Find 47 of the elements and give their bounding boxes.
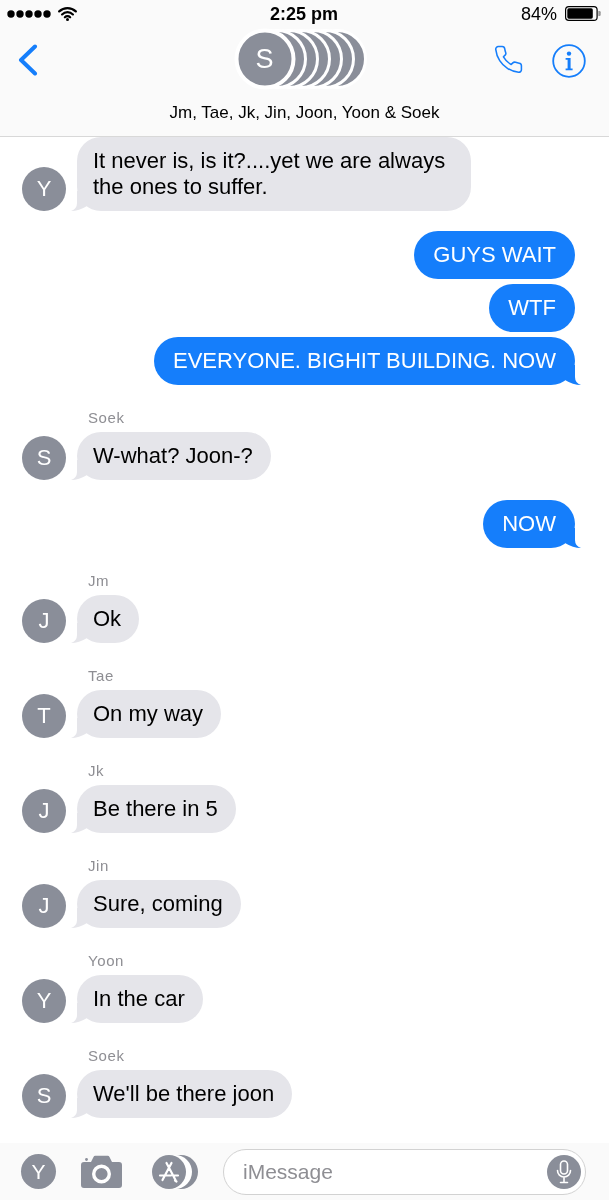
app-store-button[interactable] bbox=[151, 1153, 199, 1190]
message-bubble: EVERYONE. BIGHIT BUILDING. NOW bbox=[153, 337, 581, 385]
sender-avatar: T bbox=[22, 694, 66, 738]
message-bubble: W-what? Joon-? bbox=[71, 432, 271, 480]
message-bubble: NOW bbox=[483, 500, 581, 548]
status-time: 2:25 pm bbox=[270, 2, 338, 25]
camera-button[interactable] bbox=[81, 1155, 122, 1188]
sender-name: Yoon bbox=[88, 951, 125, 970]
message-bubble: On my way bbox=[71, 690, 222, 738]
message-bubble: We'll be there joon bbox=[71, 1070, 293, 1118]
microphone-icon bbox=[556, 1159, 572, 1184]
signal-strength-icon bbox=[7, 9, 51, 18]
sender-avatar: Y bbox=[22, 167, 66, 211]
message-bubble: In the car bbox=[71, 975, 203, 1023]
sender-avatar: J bbox=[22, 599, 66, 643]
camera-icon bbox=[81, 1155, 122, 1188]
avatar-initial: S bbox=[254, 43, 275, 76]
info-icon bbox=[552, 44, 586, 78]
sender-name: Soek bbox=[88, 408, 125, 427]
sender-name: Soek bbox=[88, 1046, 125, 1065]
back-button[interactable] bbox=[18, 44, 38, 76]
info-button[interactable] bbox=[552, 44, 586, 78]
message-bubble: WTF bbox=[489, 284, 575, 332]
sender-name: Jk bbox=[88, 761, 105, 780]
sender-name: Jin bbox=[88, 856, 109, 875]
message-bubble: Ok bbox=[71, 595, 140, 643]
message-bubble: It never is, is it?....yet we are always the ones to suffer. bbox=[71, 137, 471, 211]
sender-avatar: J bbox=[22, 884, 66, 928]
participants-names: Jm, Tae, Jk, Jin, Joon, Yoon & Soek bbox=[169, 102, 440, 123]
message-bubble: Be there in 5 bbox=[71, 785, 236, 833]
sender-name: Tae bbox=[88, 666, 114, 685]
phone-icon bbox=[493, 44, 524, 75]
chevron-left-icon bbox=[18, 44, 38, 76]
message-bubble: Sure, coming bbox=[71, 880, 241, 928]
app-store-icon bbox=[151, 1153, 199, 1190]
message-field[interactable]: iMessage bbox=[223, 1148, 586, 1195]
battery-icon bbox=[565, 6, 601, 21]
sender-avatar: Y bbox=[22, 979, 66, 1023]
sender-name: Jm bbox=[88, 571, 110, 590]
battery-percentage: 84% bbox=[520, 2, 557, 25]
message-bubble: GUYS WAIT bbox=[414, 231, 575, 279]
user-avatar[interactable]: Y bbox=[21, 1154, 56, 1189]
sender-avatar: S bbox=[22, 1074, 66, 1118]
sender-avatar: S bbox=[22, 436, 66, 480]
sender-avatar: J bbox=[22, 789, 66, 833]
call-button[interactable] bbox=[493, 44, 524, 75]
wifi-icon bbox=[58, 6, 77, 21]
